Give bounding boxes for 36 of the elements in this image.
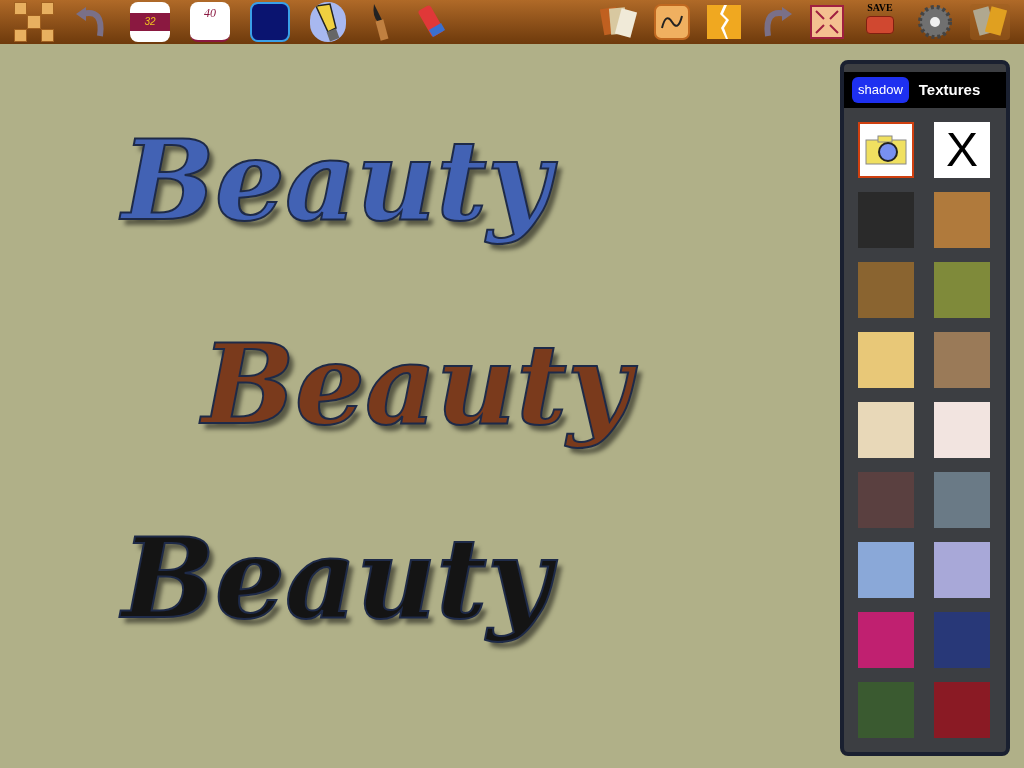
color-swatch-button[interactable] xyxy=(250,2,290,42)
texture-swatch[interactable] xyxy=(934,192,990,248)
texture-swatch[interactable] xyxy=(858,262,914,318)
texture-swatch[interactable] xyxy=(934,612,990,668)
texture-swatch[interactable] xyxy=(934,402,990,458)
font-size-button[interactable]: 32 xyxy=(130,2,170,42)
torn-paper-icon[interactable] xyxy=(706,4,742,40)
texture-swatch[interactable] xyxy=(934,542,990,598)
texture-swatch[interactable] xyxy=(934,682,990,738)
texture-swatch[interactable] xyxy=(858,682,914,738)
no-texture-tile[interactable]: X xyxy=(934,122,990,178)
expand-icon[interactable] xyxy=(810,5,844,39)
save-button[interactable]: SAVE xyxy=(860,2,900,42)
angle-button[interactable]: 40 xyxy=(190,2,230,42)
texture-swatch[interactable] xyxy=(858,332,914,388)
camera-tile[interactable] xyxy=(858,122,914,178)
paper-sheets-icon[interactable] xyxy=(598,4,638,40)
texture-swatch[interactable] xyxy=(858,612,914,668)
calligraphy-word[interactable]: Beauty xyxy=(110,512,563,660)
calligraphy-word[interactable]: Beauty xyxy=(190,318,643,466)
texture-swatch[interactable] xyxy=(858,402,914,458)
texture-swatch[interactable] xyxy=(934,332,990,388)
fountain-pen-icon[interactable] xyxy=(310,2,346,42)
shadow-button[interactable]: shadow xyxy=(852,77,909,103)
panel-title: Textures xyxy=(918,79,981,100)
texture-swatches-icon[interactable] xyxy=(970,4,1010,40)
gear-icon[interactable] xyxy=(916,3,954,41)
texture-swatch[interactable] xyxy=(934,472,990,528)
camera-icon xyxy=(864,134,908,166)
texture-swatch[interactable] xyxy=(934,262,990,318)
texture-swatch[interactable] xyxy=(858,192,914,248)
eraser-icon[interactable] xyxy=(416,4,448,40)
texture-swatch[interactable] xyxy=(858,472,914,528)
swirl-ornament-icon[interactable] xyxy=(654,4,690,40)
letter-tiles-icon[interactable] xyxy=(14,2,54,42)
texture-swatch[interactable] xyxy=(858,542,914,598)
